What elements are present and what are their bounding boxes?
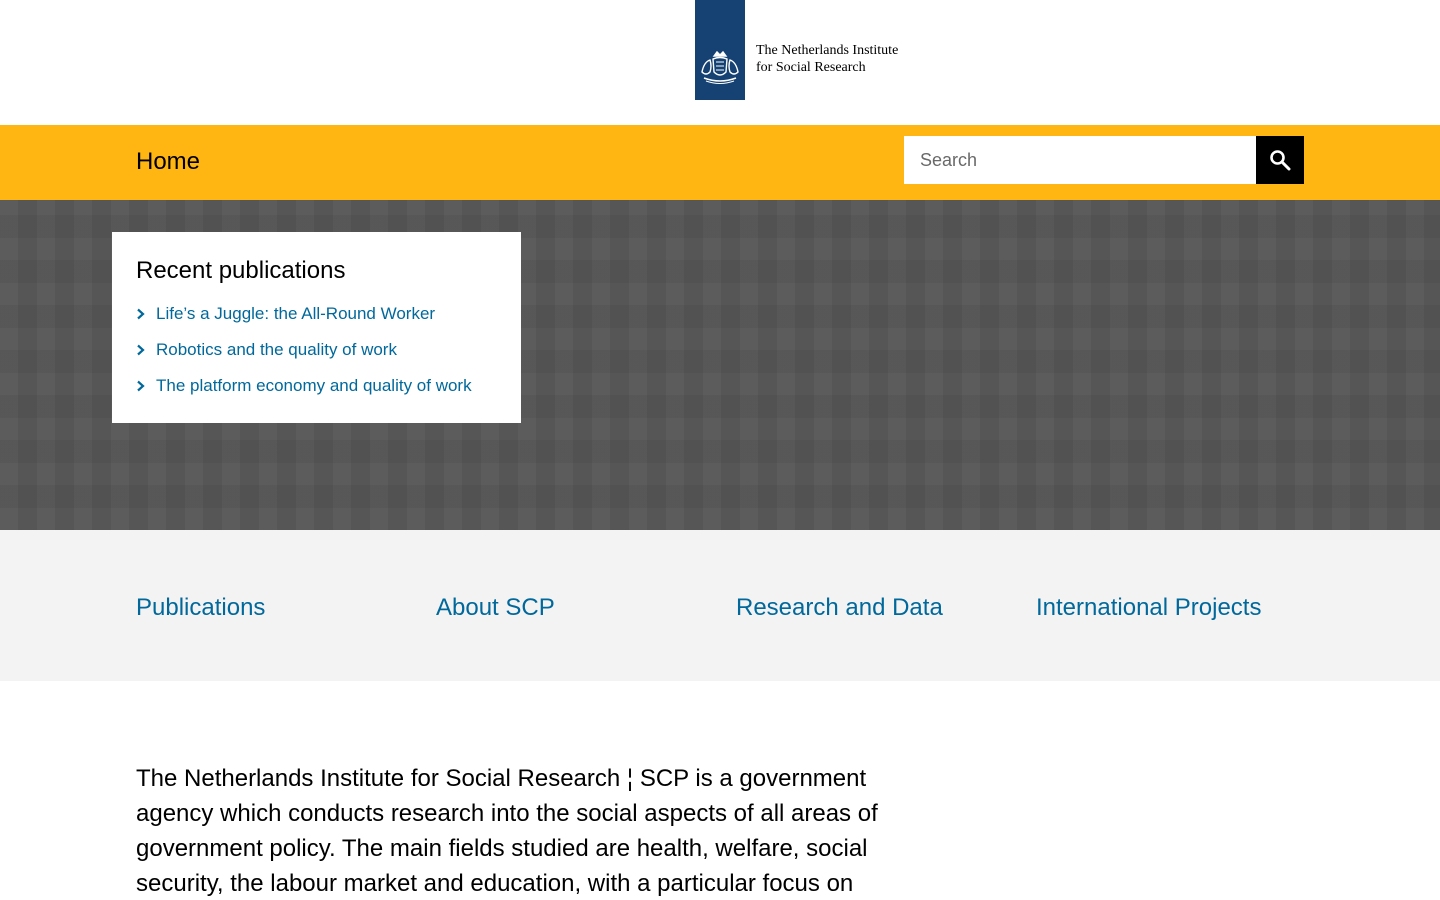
- nav-home-link[interactable]: Home: [136, 147, 200, 177]
- logo-line-1: The Netherlands Institute: [756, 42, 899, 58]
- recent-publication-link[interactable]: Life’s a Juggle: the All-Round Worker: [156, 304, 435, 324]
- quick-link-about-scp[interactable]: About SCP: [436, 593, 555, 623]
- list-item: Robotics and the quality of work: [136, 332, 497, 368]
- search-icon: [1270, 150, 1291, 171]
- search-input[interactable]: [904, 136, 1256, 184]
- logo-line-2: for Social Research: [756, 59, 866, 75]
- quick-link-research-and-data[interactable]: Research and Data: [736, 593, 943, 623]
- hero-banner: Recent publications Life’s a Juggle: the…: [0, 200, 1440, 530]
- chevron-right-icon: [136, 308, 156, 320]
- recent-publications-card: Recent publications Life’s a Juggle: the…: [112, 232, 521, 423]
- intro-paragraph: The Netherlands Institute for Social Res…: [136, 765, 878, 897]
- logo-text: The Netherlands Institute for Social Res…: [756, 25, 898, 76]
- recent-publication-link[interactable]: The platform economy and quality of work: [156, 376, 472, 396]
- search-form: [904, 136, 1304, 184]
- site-header: The Netherlands Institute for Social Res…: [0, 0, 1440, 125]
- quick-link-international-projects[interactable]: International Projects: [1036, 593, 1261, 623]
- recent-publications-title: Recent publications: [136, 257, 346, 284]
- list-item: Life’s a Juggle: the All-Round Worker: [136, 296, 497, 332]
- list-item: The platform economy and quality of work: [136, 368, 497, 404]
- search-button[interactable]: [1256, 136, 1304, 184]
- recent-publications-list: Life’s a Juggle: the All-Round Worker Ro…: [136, 296, 497, 404]
- quick-links-band: Publications About SCP Research and Data…: [0, 530, 1440, 681]
- quick-link-publications[interactable]: Publications: [136, 593, 265, 623]
- site-logo[interactable]: The Netherlands Institute for Social Res…: [695, 0, 898, 100]
- logo-ribbon: [695, 0, 745, 100]
- main-nav-bar: Home: [0, 125, 1440, 200]
- intro-section: The Netherlands Institute for Social Res…: [0, 681, 1440, 900]
- recent-publication-link[interactable]: Robotics and the quality of work: [156, 340, 397, 360]
- chevron-right-icon: [136, 344, 156, 356]
- chevron-right-icon: [136, 380, 156, 392]
- crest-icon: [701, 50, 739, 84]
